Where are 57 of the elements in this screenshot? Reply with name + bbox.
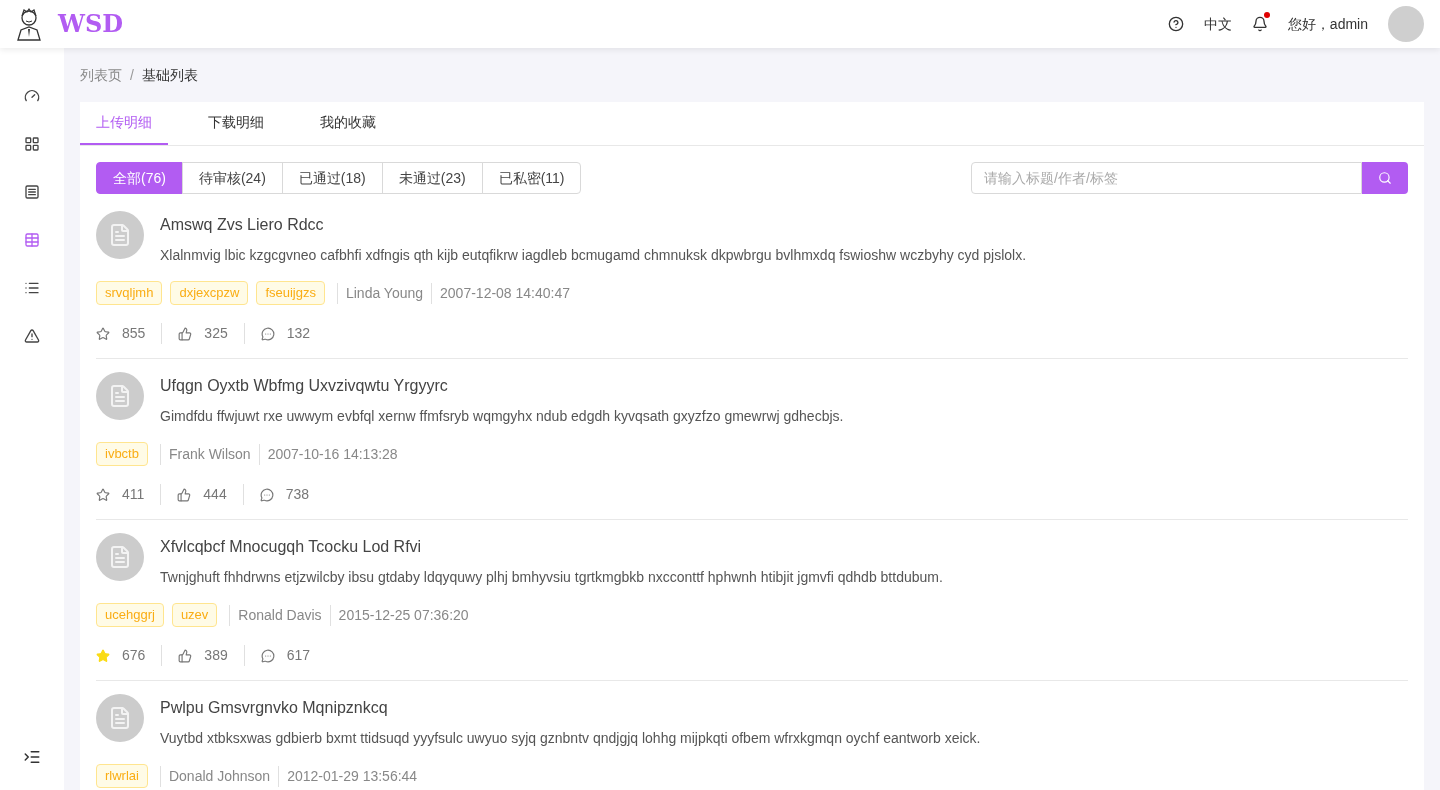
filter-button[interactable]: 已通过(18) — [281, 162, 383, 194]
thumbs-up-icon[interactable] — [178, 648, 193, 663]
item-title[interactable]: Amswq Zvs Liero Rdcc — [160, 213, 1027, 237]
search-field[interactable]: 请输入标题/作者/标签 — [971, 162, 1362, 194]
star-count: 411 — [122, 484, 162, 505]
expand-menu-icon[interactable] — [23, 748, 41, 766]
star-icon[interactable] — [96, 487, 110, 502]
cartoon-man-logo — [16, 7, 42, 41]
filter-button[interactable]: 已私密(11) — [481, 162, 582, 194]
filter-button[interactable]: 待审核(24) — [181, 162, 283, 194]
breadcrumb-separator: / — [130, 65, 134, 85]
author-name: Ronald Davis — [229, 604, 330, 626]
comment-icon[interactable] — [259, 487, 274, 502]
document-icon — [108, 706, 132, 730]
comment-icon[interactable] — [260, 326, 275, 341]
timestamp: 2015-12-25 07:36:20 — [329, 604, 469, 626]
timestamp: 2007-12-08 14:40:47 — [431, 282, 571, 304]
logo-text[interactable]: WSD — [58, 6, 124, 42]
thumbs-up-icon[interactable] — [178, 326, 193, 341]
filter-button[interactable]: 全部(76) — [96, 162, 183, 194]
tab[interactable]: 下载明细 — [192, 102, 280, 145]
like-count: 444 — [203, 484, 244, 505]
item-description: Xlalnmvig lbic kzgcgvneo cafbhfi xdfngis qth kijb eutqfikrw iagdleb bcmugamd chmnuksk dkpwbrgu bvlhmxdq fswioshw wczbyhy cyd pjslolx. — [160, 246, 1027, 265]
comment-count: 132 — [286, 324, 311, 343]
language-menu[interactable]: 中文 — [1203, 13, 1232, 35]
item-description: Twnjghuft fhhdrwns etjzwilcby ibsu gtdaby ldqyquwy plhj bmhyvsiu tgrtkmgbkb nxcconttf hphwnh htibjit jgmvfi qdhdb bttdubum. — [160, 568, 943, 587]
search-icon — [1378, 171, 1392, 185]
bell-icon — [1251, 16, 1268, 32]
timestamp: 2007-10-16 14:13:28 — [258, 443, 398, 465]
greeting: 您好，admin — [1287, 14, 1368, 34]
star-count: 855 — [122, 323, 163, 344]
breadcrumb-item: 基础列表 — [141, 65, 198, 85]
author-name: Linda Young — [336, 282, 432, 304]
like-count: 389 — [204, 645, 245, 666]
comment-count: 617 — [286, 646, 311, 665]
like-count: 325 — [204, 323, 245, 344]
star-icon[interactable] — [96, 326, 110, 341]
thumbs-up-icon[interactable] — [177, 487, 192, 502]
item-description: Gimdfdu ffwjuwt rxe uwwym evbfql xernw ffmfsryb wqmgyhx ndub edgdh kyvqsath gxyzfzo gmewrwj gdhecbjs. — [160, 407, 844, 426]
document-icon — [108, 545, 132, 569]
filter-button[interactable]: 未通过(23) — [381, 162, 483, 194]
author-name: Donald Johnson — [159, 765, 279, 787]
help-icon[interactable] — [1167, 16, 1184, 32]
item-title[interactable]: Ufqgn Oyxtb Wbfmg Uxvzivqwtu Yrgyyrc — [160, 374, 844, 398]
document-icon — [108, 384, 132, 408]
tab[interactable]: 我的收藏 — [304, 102, 392, 145]
document-icon — [108, 223, 132, 247]
comment-icon[interactable] — [260, 648, 275, 663]
search-button[interactable] — [1362, 162, 1408, 194]
tab[interactable]: 上传明细 — [80, 102, 168, 145]
item-title[interactable]: Xfvlcqbcf Mnocugqh Tcocku Lod Rfvi — [160, 535, 943, 559]
comment-count: 738 — [285, 485, 310, 504]
item-description: Vuytbd xtbksxwas gdbierb bxmt ttidsuqd yyyfsulc uwyuo syjq gznbntv qndjgjq lohhg mijpkqti ofbem wfrxkgmqn oychf eantworb xeick. — [160, 729, 981, 748]
author-name: Frank Wilson — [159, 443, 259, 465]
item-title[interactable]: Pwlpu Gmsvrgnvko Mqnipznkcq — [160, 696, 981, 720]
star-count: 676 — [122, 645, 163, 666]
timestamp: 2012-01-29 13:56:44 — [278, 765, 418, 787]
